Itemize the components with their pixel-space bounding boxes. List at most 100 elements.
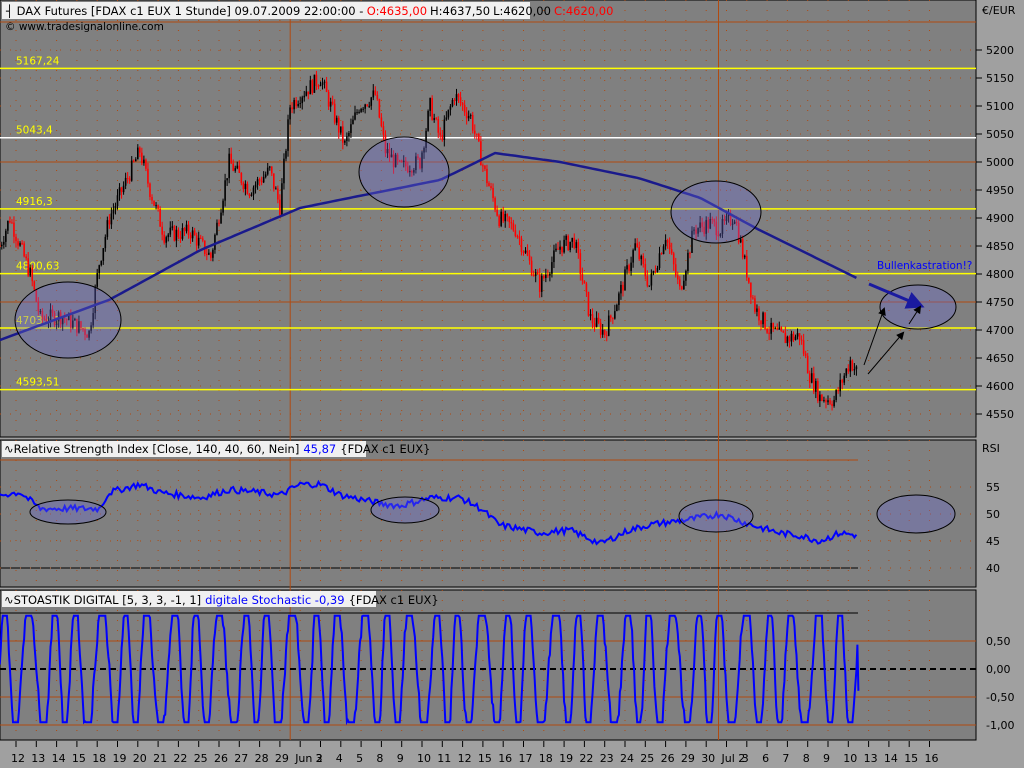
candle-body [366,104,368,106]
date-label: 10 [843,752,857,765]
candle-body [236,165,239,169]
candle-body [821,394,823,401]
candle-body [264,174,267,177]
candle-body [96,273,98,287]
candle-body [335,117,338,123]
candle-body [825,400,827,403]
candle-body [321,82,324,85]
candle-body [786,336,789,344]
candle-body [98,265,101,274]
candle-body [504,213,507,222]
candle-body [557,248,559,250]
candle-body [15,236,17,242]
candle-body [465,112,468,119]
date-label: 7 [782,752,789,765]
candle-body [561,246,563,253]
candle-body [317,85,320,87]
candle-body [473,130,476,134]
instrument-title: DAX Futures [FDAX c1 EUX 1 Stunde] 09.07… [17,4,364,18]
candle-body [563,239,565,253]
candle-body [299,103,301,105]
ellipse-annotation [670,180,762,244]
candle-body [230,153,232,164]
candle-body [256,179,259,185]
candle-body [796,333,799,337]
candle-body [543,275,545,279]
candle-body [364,104,366,109]
date-label: 25 [640,752,654,765]
candle-body [837,389,839,392]
candle-body [616,305,618,312]
candle-body [648,285,651,287]
candle-body [573,237,576,249]
candle-body [772,322,774,329]
candle-body [827,400,829,403]
date-label: 15 [478,752,492,765]
candle-body [212,249,214,258]
candle-body [743,255,746,258]
date-label: 13 [31,752,45,765]
candle-body [482,165,484,167]
candle-body [636,243,638,248]
date-label: 4 [336,752,343,765]
candle-body [358,111,360,113]
date-label: 9 [823,752,830,765]
candle-body [800,339,803,341]
candle-body [374,90,377,95]
candle-body [354,112,356,120]
candle-body [327,92,330,107]
candle-body [122,185,125,193]
candle-body [510,222,513,224]
stoch-symbol: {FDAX c1 EUX} [349,593,439,607]
candle-body [780,327,783,331]
ellipse-annotation [14,281,122,359]
date-label: 21 [153,752,167,765]
candle-body [788,336,791,342]
candle-body [457,94,460,98]
candle-body [664,240,667,247]
price-tick-label: 4650 [986,352,1014,365]
date-label: 24 [620,752,634,765]
candle-body [431,98,433,120]
candle-body [291,107,293,110]
candle-body [124,177,127,186]
stoch-title: STOASTIK DIGITAL [5, 3, 3, -1, 1] [14,593,202,607]
candle-body [597,317,600,323]
candle-body [167,234,170,238]
price-tick-label: 5150 [986,72,1014,85]
candle-body [29,267,32,276]
candle-body [9,220,11,223]
candle-body [433,118,435,120]
candle-body [283,158,285,184]
candle-body [380,117,383,127]
candle-body [624,269,626,291]
candle-body [331,101,334,104]
candle-body [605,335,608,337]
ellipse-annotation [879,284,957,330]
candle-body [612,317,614,319]
candle-body [831,403,833,407]
candle-body [116,195,119,206]
candle-body [382,126,385,135]
rsi-tick-label: 40 [986,562,1000,575]
candle-body [226,178,228,181]
candle-body [762,312,764,325]
candle-body [21,243,23,245]
candle-body [815,381,817,392]
rsi-tick-label: 50 [986,508,1000,521]
price-tick-label: 5000 [986,156,1014,169]
trading-chart[interactable]: 5167,245043,44916,34800,634703,464593,51… [0,0,1024,768]
candle-body [467,116,470,119]
candle-body [650,273,653,286]
candle-body [841,379,844,383]
candle-body [833,399,835,407]
candle-body [303,95,306,98]
candle-body [551,262,553,274]
rsi-header: ∿Relative Strength Index [Close, 140, 40… [4,442,430,456]
date-label: 20 [133,752,147,765]
candle-body [232,163,235,171]
candle-body [27,258,29,276]
price-panel[interactable] [0,0,977,438]
candle-body [325,81,328,93]
date-label: 15 [904,752,918,765]
